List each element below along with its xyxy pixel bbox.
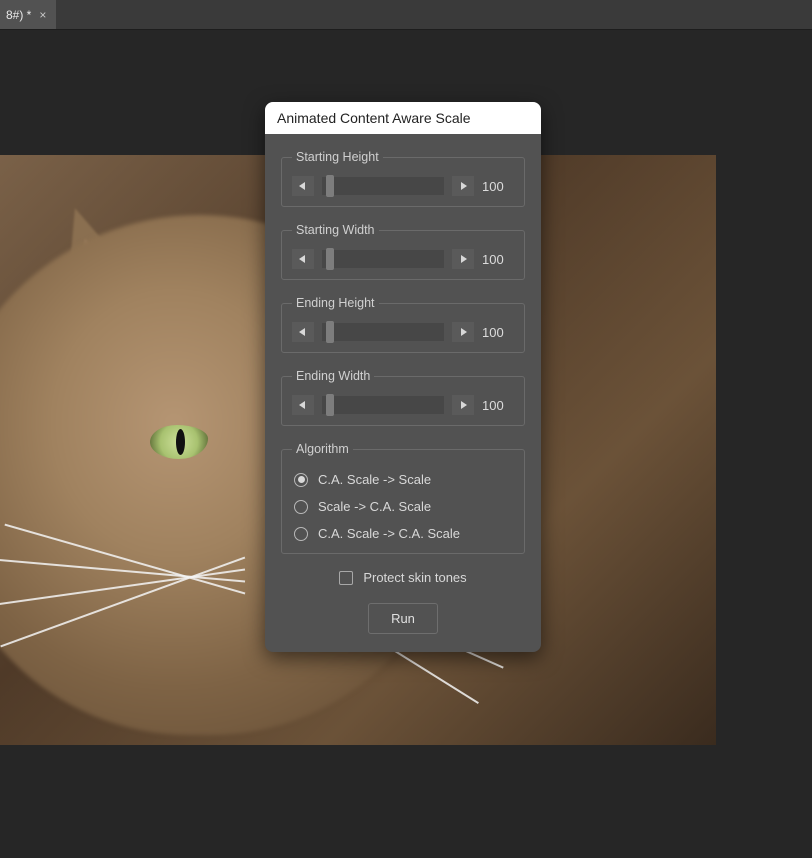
- slider-thumb[interactable]: [326, 175, 334, 197]
- starting-height-group: Starting Height 100: [281, 150, 525, 207]
- starting-width-decrement[interactable]: [292, 249, 314, 269]
- run-button[interactable]: Run: [368, 603, 438, 634]
- algorithm-option-2[interactable]: C.A. Scale -> C.A. Scale: [294, 526, 512, 541]
- ending-height-decrement[interactable]: [292, 322, 314, 342]
- radio-icon: [294, 527, 308, 541]
- starting-height-label: Starting Height: [292, 150, 383, 164]
- ending-width-label: Ending Width: [292, 369, 374, 383]
- algorithm-option-label: C.A. Scale -> C.A. Scale: [318, 526, 460, 541]
- ending-width-slider[interactable]: [322, 396, 444, 414]
- animated-content-aware-scale-dialog: Animated Content Aware Scale Starting He…: [265, 102, 541, 652]
- starting-width-slider[interactable]: [322, 250, 444, 268]
- protect-skin-tones-row[interactable]: Protect skin tones: [281, 570, 525, 585]
- algorithm-option-1[interactable]: Scale -> C.A. Scale: [294, 499, 512, 514]
- protect-skin-tones-checkbox[interactable]: [339, 571, 353, 585]
- ending-width-increment[interactable]: [452, 395, 474, 415]
- starting-height-slider[interactable]: [322, 177, 444, 195]
- starting-height-increment[interactable]: [452, 176, 474, 196]
- triangle-left-icon: [298, 181, 308, 191]
- close-icon[interactable]: ×: [39, 8, 46, 22]
- ending-width-group: Ending Width 100: [281, 369, 525, 426]
- triangle-right-icon: [458, 254, 468, 264]
- dialog-title: Animated Content Aware Scale: [265, 102, 541, 134]
- starting-width-group: Starting Width 100: [281, 223, 525, 280]
- triangle-left-icon: [298, 327, 308, 337]
- algorithm-legend: Algorithm: [292, 442, 353, 456]
- algorithm-option-label: C.A. Scale -> Scale: [318, 472, 431, 487]
- protect-skin-tones-label: Protect skin tones: [363, 570, 466, 585]
- triangle-right-icon: [458, 327, 468, 337]
- ending-height-group: Ending Height 100: [281, 296, 525, 353]
- triangle-left-icon: [298, 254, 308, 264]
- slider-thumb[interactable]: [326, 394, 334, 416]
- tab-label: 8#) *: [6, 8, 31, 22]
- triangle-right-icon: [458, 400, 468, 410]
- ending-height-value: 100: [482, 325, 514, 340]
- radio-icon: [294, 473, 308, 487]
- algorithm-option-label: Scale -> C.A. Scale: [318, 499, 431, 514]
- algorithm-group: Algorithm C.A. Scale -> Scale Scale -> C…: [281, 442, 525, 554]
- slider-thumb[interactable]: [326, 248, 334, 270]
- triangle-right-icon: [458, 181, 468, 191]
- triangle-left-icon: [298, 400, 308, 410]
- starting-width-increment[interactable]: [452, 249, 474, 269]
- ending-width-value: 100: [482, 398, 514, 413]
- document-tab[interactable]: 8#) * ×: [0, 0, 56, 29]
- slider-thumb[interactable]: [326, 321, 334, 343]
- ending-height-increment[interactable]: [452, 322, 474, 342]
- starting-width-label: Starting Width: [292, 223, 379, 237]
- algorithm-option-0[interactable]: C.A. Scale -> Scale: [294, 472, 512, 487]
- starting-height-value: 100: [482, 179, 514, 194]
- starting-height-decrement[interactable]: [292, 176, 314, 196]
- starting-width-value: 100: [482, 252, 514, 267]
- tab-bar: 8#) * ×: [0, 0, 812, 30]
- ending-height-label: Ending Height: [292, 296, 379, 310]
- radio-icon: [294, 500, 308, 514]
- ending-width-decrement[interactable]: [292, 395, 314, 415]
- ending-height-slider[interactable]: [322, 323, 444, 341]
